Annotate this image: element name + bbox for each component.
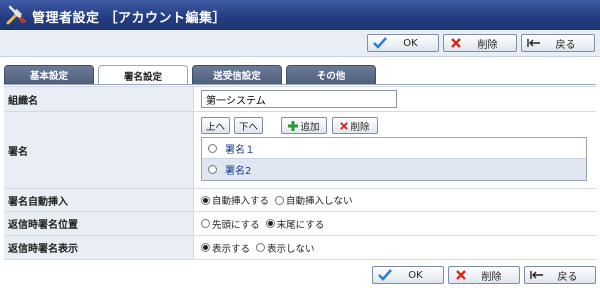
plus-icon [288,120,299,131]
tab-send-receive-settings[interactable]: 送受信設定 [192,65,282,85]
signature-list: 署名１ 署名2 [201,137,587,181]
auto-insert-off-option[interactable]: 自動挿入しない [275,193,353,207]
org-name-input[interactable] [201,90,397,108]
reply-position-label: 返信時署名位置 [4,212,194,235]
display-hide-option[interactable]: 表示しない [256,241,315,255]
back-button[interactable]: 戻る [521,34,595,52]
move-down-button[interactable]: 下へ [234,117,263,134]
ok-button[interactable]: OK [367,34,439,52]
tab-other[interactable]: その他 [286,65,376,85]
radio-button[interactable] [275,195,285,205]
list-item[interactable]: 署名2 [202,159,586,180]
delete-x-icon [447,36,465,50]
radio-button[interactable] [201,243,210,252]
org-name-label: 組織名 [4,87,194,111]
ok-button[interactable]: OK [372,266,444,284]
org-name-row: 組織名 [4,86,596,112]
delete-x-icon [452,268,470,282]
back-arrow-icon [525,36,543,50]
check-icon [376,268,394,282]
radio-button[interactable] [201,195,210,205]
add-signature-button[interactable]: 追加 [281,117,327,134]
back-arrow-icon [528,268,546,282]
top-toolbar: OK 削除 戻る [0,30,600,57]
check-icon [371,36,389,50]
radio-button[interactable] [201,219,210,228]
radio-button[interactable] [265,219,275,228]
move-up-button[interactable]: 上へ [201,117,230,134]
position-bottom-option[interactable]: 末尾にする [265,217,324,231]
tools-icon [6,5,26,25]
signature-radio[interactable] [208,143,217,153]
signature-row: 署名 上へ 下へ 追加 削除 署名１ 署名2 [4,112,596,189]
display-show-option[interactable]: 表示する [201,241,250,255]
back-button[interactable]: 戻る [524,266,596,284]
reply-display-label: 返信時署名表示 [4,236,194,259]
tab-signature-settings[interactable]: 署名設定 [98,65,188,85]
auto-insert-on-option[interactable]: 自動挿入する [201,193,269,207]
signature-label: 署名 [4,112,194,188]
auto-insert-row: 署名自動挿入 自動挿入する 自動挿入しない [4,189,596,212]
window-title: 管理者設定 ［アカウント編集］ [32,11,227,26]
delete-signature-button[interactable]: 削除 [332,117,378,134]
bottom-toolbar: OK 削除 戻る [0,262,600,288]
reply-display-row: 返信時署名表示 表示する 表示しない [4,236,596,260]
tab-divider [4,84,596,85]
delete-button[interactable]: 削除 [448,266,520,284]
title-bar: 管理者設定 ［アカウント編集］ [0,0,600,30]
reply-position-row: 返信時署名位置 先頭にする 末尾にする [4,212,596,236]
list-item[interactable]: 署名１ [202,138,586,159]
delete-button[interactable]: 削除 [443,34,517,52]
auto-insert-label: 署名自動挿入 [4,189,194,211]
position-top-option[interactable]: 先頭にする [201,217,260,231]
delete-x-icon [340,121,349,130]
signature-radio[interactable] [208,165,217,174]
tab-basic-settings[interactable]: 基本設定 [4,65,94,85]
radio-button[interactable] [256,243,266,252]
